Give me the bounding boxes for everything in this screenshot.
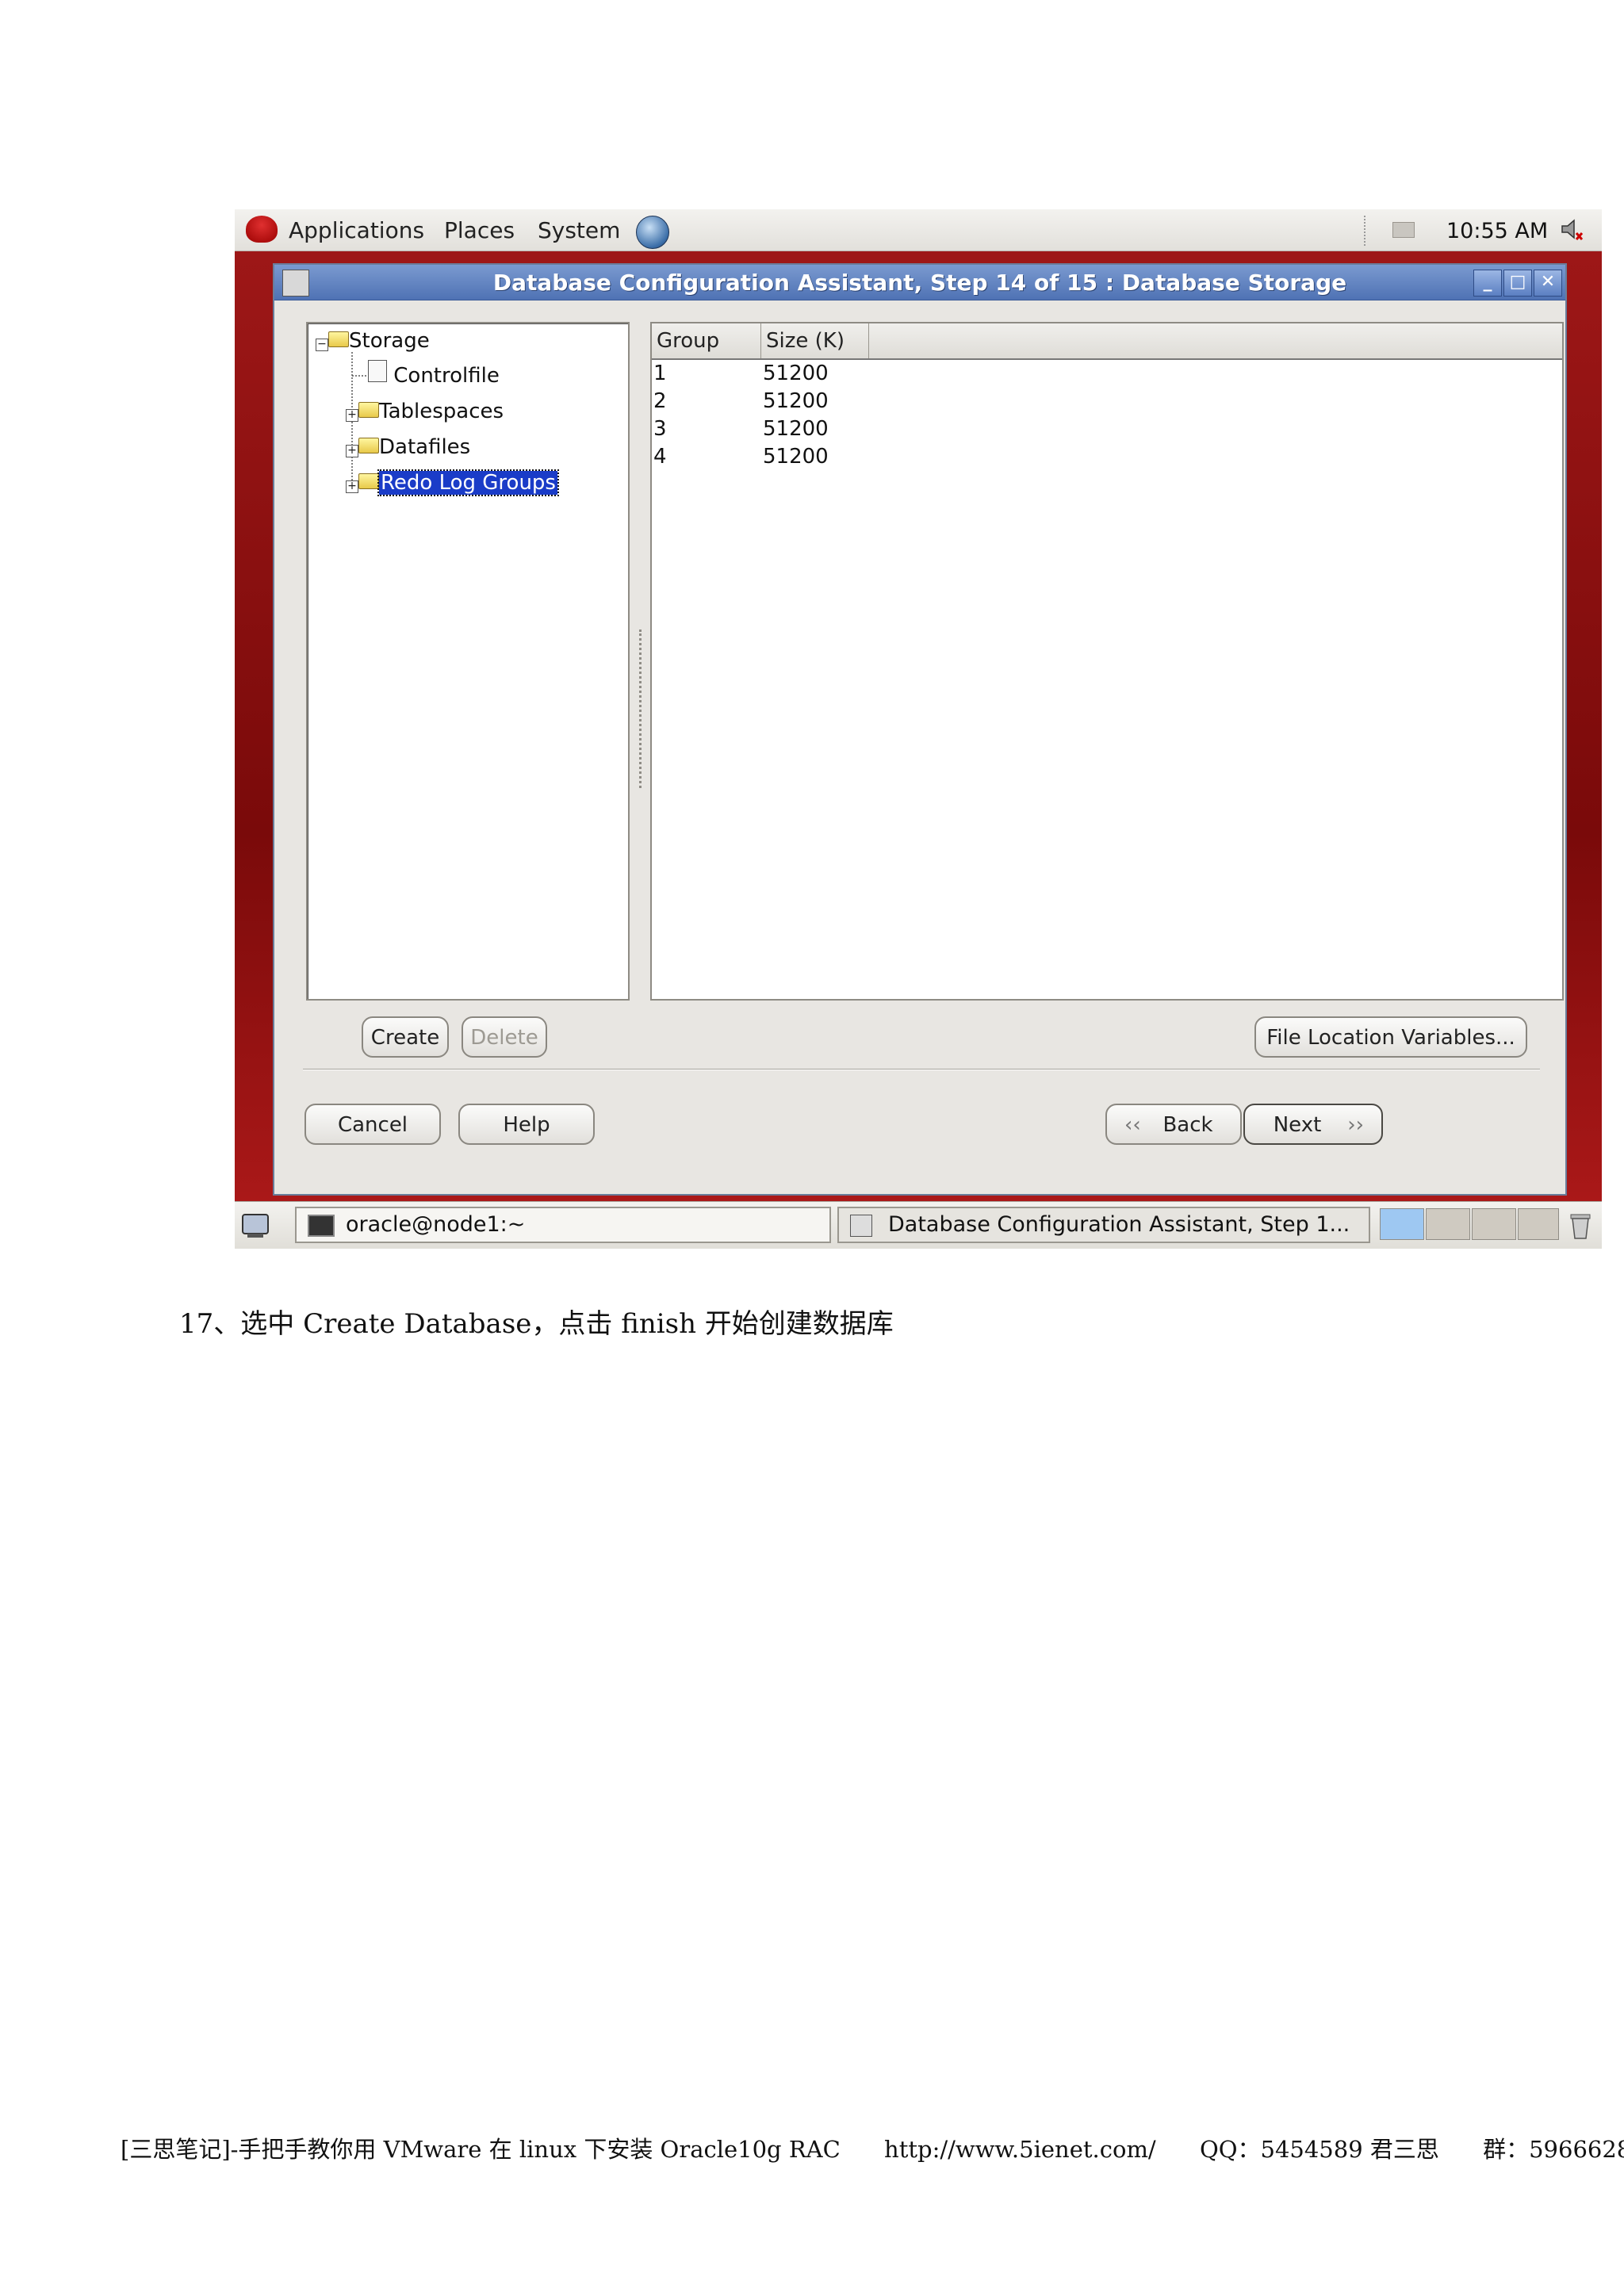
cancel-button[interactable]: Cancel [304,1104,441,1145]
folder-icon [358,438,379,453]
expand-icon[interactable]: + [346,445,358,457]
tray-notification-icon[interactable] [1392,222,1415,238]
next-button[interactable]: Next ›› [1243,1104,1383,1145]
document-footer: [三思笔记]-手把手教你用 VMware 在 linux 下安装 Oracle1… [121,2131,1624,2164]
close-button[interactable]: ✕ [1534,270,1562,297]
storage-tree[interactable]: − Storage Controlfile + Tablespaces + Dataf… [306,322,630,1001]
tree-item-redo-log-groups[interactable]: + Redo Log Groups [346,465,559,500]
cell-size: 51200 [763,417,829,441]
column-header-size[interactable]: Size (K) [761,323,869,358]
cell-group: 1 [653,362,667,385]
footer-url: http://www.5ienet.com/ [884,2136,1156,2163]
window-titlebar[interactable]: Database Configuration Assistant, Step 1… [274,265,1565,300]
separator [303,1069,1540,1070]
panel-separator [1364,216,1370,246]
create-button[interactable]: Create [362,1016,449,1058]
taskbar-label: Database Configuration Assistant, Step 1… [888,1212,1350,1237]
tree-label-selected: Redo Log Groups [377,469,559,496]
workspace-2[interactable] [1426,1208,1470,1240]
chevron-left-icon: ‹‹ [1124,1113,1141,1137]
tree-label: Storage [349,329,430,353]
file-icon [368,360,387,382]
screenshot: Applications Places System 10:55 AM Data… [235,209,1602,1249]
cell-size: 51200 [763,362,829,385]
show-desktop-icon[interactable] [239,1210,271,1240]
delete-button[interactable]: Delete [462,1016,547,1058]
trash-icon[interactable] [1567,1210,1594,1242]
menu-system[interactable]: System [538,217,620,243]
dbca-window: Database Configuration Assistant, Step 1… [273,263,1567,1196]
dbca-app-icon [850,1215,872,1237]
tree-item-storage[interactable]: − Storage [316,323,430,358]
window-title: Database Configuration Assistant, Step 1… [492,270,1347,296]
folder-icon [358,473,379,489]
tree-item-datafiles[interactable]: + Datafiles [346,430,470,465]
cell-group: 4 [653,445,667,469]
minimize-button[interactable]: _ [1473,270,1502,297]
footer-group: 群：59666289 [1483,2136,1624,2163]
folder-open-icon [328,331,349,347]
file-location-variables-button[interactable]: File Location Variables... [1254,1016,1527,1058]
help-button[interactable]: Help [458,1104,595,1145]
column-header-group[interactable]: Group [652,323,761,358]
taskbar-item-terminal[interactable]: oracle@node1:~ [295,1207,831,1243]
tree-label: Datafiles [379,435,471,459]
workspace-1[interactable] [1380,1208,1424,1240]
workspace-4[interactable] [1518,1208,1559,1240]
volume-icon[interactable] [1561,217,1583,241]
taskbar-label: oracle@node1:~ [346,1212,526,1237]
menu-places[interactable]: Places [444,217,515,243]
tree-item-controlfile[interactable]: Controlfile [368,358,500,393]
cell-group: 2 [653,389,667,413]
workspace-3[interactable] [1472,1208,1516,1240]
tree-label: Controlfile [393,364,500,388]
collapse-icon[interactable]: − [316,339,328,351]
clock[interactable]: 10:55 AM [1446,219,1548,243]
chevron-right-icon: ›› [1347,1113,1364,1137]
expand-icon[interactable]: + [346,409,358,422]
tree-label: Tablespaces [379,400,504,423]
expand-icon[interactable]: + [346,480,358,493]
cell-size: 51200 [763,389,829,413]
redhat-icon[interactable] [246,216,278,243]
web-browser-icon[interactable] [636,216,669,249]
footer-qq: QQ：5454589 君三思 [1199,2136,1439,2163]
next-button-label: Next [1273,1113,1322,1137]
cell-group: 3 [653,417,667,441]
menu-applications[interactable]: Applications [289,217,424,243]
taskbar-item-dbca[interactable]: Database Configuration Assistant, Step 1… [837,1207,1370,1243]
cell-size: 51200 [763,445,829,469]
maximize-button[interactable]: □ [1503,270,1532,297]
back-button[interactable]: ‹‹ Back [1105,1104,1242,1145]
top-panel: Applications Places System 10:55 AM [235,209,1602,251]
terminal-icon [308,1215,335,1237]
redo-log-table[interactable]: Group Size (K) 1 51200 2 51200 3 51200 4… [650,322,1564,1001]
bottom-panel: oracle@node1:~ Database Configuration As… [235,1201,1602,1249]
table-header: Group Size (K) [652,323,1562,360]
tree-item-tablespaces[interactable]: + Tablespaces [346,394,504,429]
document-caption: 17、选中 Create Database，点击 finish 开始创建数据库 [179,1308,894,1340]
back-button-label: Back [1162,1113,1213,1137]
folder-icon [358,402,379,418]
pane-splitter-handle[interactable] [639,629,646,788]
footer-title: [三思笔记]-手把手教你用 VMware 在 linux 下安装 Oracle1… [121,2136,841,2163]
